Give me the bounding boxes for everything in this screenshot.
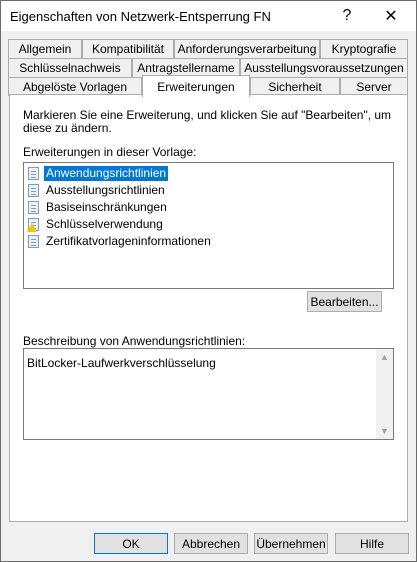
- document-icon: [27, 166, 41, 181]
- scroll-up-icon[interactable]: ▲: [380, 352, 389, 362]
- list-item[interactable]: Anwendungsrichtlinien: [27, 165, 169, 182]
- list-item[interactable]: Schlüsselverwendung: [27, 216, 165, 233]
- tab-schluesselnachweis[interactable]: Schlüsselnachweis: [8, 58, 132, 77]
- description-scrollbar[interactable]: ▲ ▼: [376, 349, 393, 439]
- tab-kompatibilitaet[interactable]: Kompatibilität: [82, 39, 174, 58]
- list-item-label: Anwendungsrichtlinien: [44, 166, 169, 181]
- list-item-label: Ausstellungsrichtlinien: [46, 183, 165, 197]
- help-title-button[interactable]: ?: [327, 1, 367, 31]
- cancel-button[interactable]: Abbrechen: [174, 533, 248, 554]
- scroll-down-icon[interactable]: ▼: [380, 426, 389, 436]
- description-text: BitLocker-Laufwerkverschlüsselung: [27, 356, 216, 370]
- tab-ausstellungsvoraussetzungen[interactable]: Ausstellungsvoraussetzungen: [240, 58, 408, 77]
- list-item-label: Zertifikatvorlageninformationen: [46, 234, 211, 248]
- list-item[interactable]: Zertifikatvorlageninformationen: [27, 233, 213, 250]
- list-item[interactable]: Basiseinschränkungen: [27, 199, 169, 216]
- apply-button[interactable]: Übernehmen: [254, 533, 328, 554]
- ok-button[interactable]: OK: [94, 533, 168, 554]
- help-button[interactable]: Hilfe: [335, 533, 409, 554]
- tab-anforderungsverarbeitung[interactable]: Anforderungsverarbeitung: [174, 39, 320, 58]
- tab-allgemein[interactable]: Allgemein: [8, 39, 82, 58]
- instructions-text: Markieren Sie eine Erweiterung, und klic…: [23, 108, 392, 135]
- tab-erweiterungen[interactable]: Erweiterungen: [142, 75, 250, 97]
- document-icon: [27, 183, 41, 198]
- extensions-list[interactable]: Anwendungsrichtlinien Ausstellungsrichtl…: [23, 162, 394, 289]
- description-box[interactable]: BitLocker-Laufwerkverschlüsselung ▲ ▼: [23, 348, 394, 440]
- list-item[interactable]: Ausstellungsrichtlinien: [27, 182, 167, 199]
- tab-row-1: Allgemein Kompatibilität Anforderungsver…: [8, 39, 408, 59]
- edit-button[interactable]: Bearbeiten...: [307, 291, 382, 312]
- properties-dialog: Eigenschaften von Netzwerk-Entsperrung F…: [0, 0, 417, 562]
- document-icon: [27, 234, 41, 249]
- tab-kryptografie[interactable]: Kryptografie: [320, 39, 408, 58]
- document-icon: [27, 200, 41, 215]
- extensions-label: Erweiterungen in dieser Vorlage:: [23, 145, 197, 159]
- window-title: Eigenschaften von Netzwerk-Entsperrung F…: [10, 9, 271, 24]
- list-item-label: Basiseinschränkungen: [46, 200, 167, 214]
- list-item-label: Schlüsselverwendung: [46, 217, 163, 231]
- warning-document-icon: [27, 217, 41, 232]
- title-bar: Eigenschaften von Netzwerk-Entsperrung F…: [1, 1, 416, 31]
- tab-panel-erweiterungen: Markieren Sie eine Erweiterung, und klic…: [9, 94, 408, 522]
- description-label: Beschreibung von Anwendungsrichtlinien:: [23, 334, 246, 348]
- close-icon[interactable]: ✕: [371, 1, 411, 31]
